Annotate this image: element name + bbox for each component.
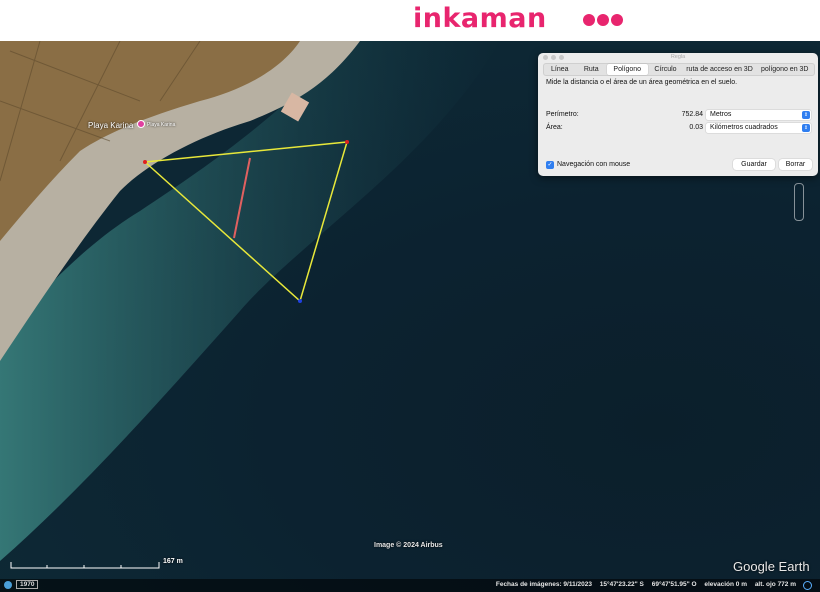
latitude: 15°47'23.22" S [599,581,644,588]
chevron-updown-icon: ⇕ [802,111,810,119]
polygon-vertex [345,140,349,144]
ruler-dialog: Regla Línea Ruta Polígono Círculo ruta d… [538,53,818,176]
run-icon [611,14,623,26]
tab-poligono-3d[interactable]: polígono en 3D [756,64,815,75]
perimeter-label: Perímetro: [546,111,579,118]
perimeter-unit-select[interactable]: Metros ⇕ [706,110,811,120]
longitude: 69°47'51.95" O [651,581,697,588]
polygon-vertex [298,299,302,303]
tab-ruta-3d[interactable]: ruta de acceso en 3D [684,64,756,75]
place-label-small[interactable]: Playa Karina [147,122,175,128]
tab-ruta[interactable]: Ruta [576,64,608,75]
area-label: Área: [546,124,563,131]
drawn-path [233,157,251,239]
imagery-attribution: Image © 2024 Airbus [374,542,443,549]
tab-poligono[interactable]: Polígono [607,64,648,75]
elevation: elevación 0 m [704,581,747,588]
mouse-navigation-checkbox[interactable]: ✓ [546,161,554,169]
area-unit-value: Kilómetros cuadrados [710,124,778,131]
bike-icon [597,14,609,26]
mouse-navigation-label[interactable]: Navegación con mouse [557,161,630,168]
streaming-indicator-icon [803,581,812,590]
measurement-tabs: Línea Ruta Polígono Círculo ruta de acce… [543,63,815,76]
eye-altitude: alt. ojo 772 m [754,581,796,588]
dialog-title: Regla [670,54,686,60]
dialog-description: Mide la distancia o el área de un área g… [546,79,738,86]
tab-circulo[interactable]: Círculo [648,64,684,75]
scale-bar [10,562,160,569]
swim-icon [583,14,595,26]
polygon-vertex [143,160,147,164]
dialog-titlebar[interactable]: Regla [538,53,818,62]
status-bar: 1970 Fechas de imágenes: 9/11/2023 15°47… [0,579,820,592]
area-unit-select[interactable]: Kilómetros cuadrados ⇕ [706,123,811,133]
globe-icon[interactable] [4,581,12,589]
perimeter-unit-value: Metros [710,111,732,118]
imagery-date: Fechas de imágenes: 9/11/2023 [495,581,592,588]
coordinates-readout: Fechas de imágenes: 9/11/2023 15°47'23.2… [490,581,796,588]
place-label[interactable]: Playa Karina [88,121,133,130]
area-value: 0.03 [689,124,703,131]
brand-banner: inkaman [0,0,820,41]
perimeter-value: 752.84 [681,111,703,118]
google-earth-logo: Google Earth [733,559,810,574]
tab-linea[interactable]: Línea [544,64,576,75]
zoom-slider[interactable] [794,183,804,221]
chevron-updown-icon: ⇕ [802,124,810,132]
historical-imagery-year[interactable]: 1970 [16,580,39,589]
measured-polygon [143,141,349,303]
place-pin-icon[interactable] [137,120,145,128]
logo-sport-icons [583,14,623,26]
scale-label: 167 m [163,558,183,565]
save-button[interactable]: Guardar [733,159,775,170]
inkaman-logo: inkaman [413,3,547,34]
clear-button[interactable]: Borrar [779,159,812,170]
